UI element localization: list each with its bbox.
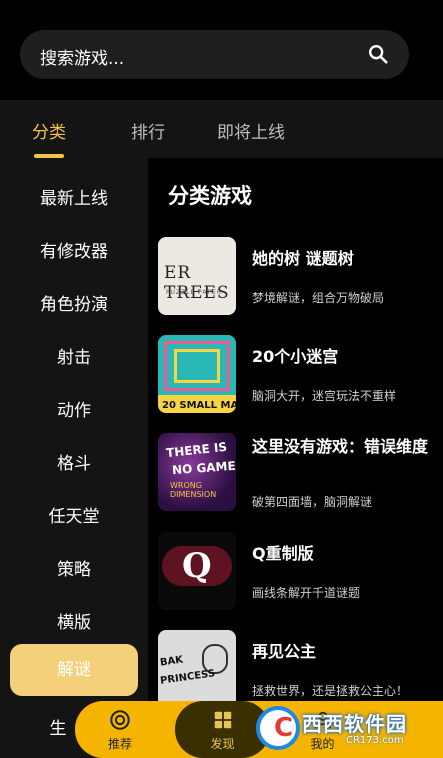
sidebar-item-latest[interactable]: 最新上线 [0, 184, 148, 209]
sidebar-item-sidescroll[interactable]: 横版 [0, 608, 148, 633]
search-input[interactable]: 搜索游戏... [40, 44, 124, 69]
game-description: 脑洞大开，迷宫玩法不重样 [252, 389, 397, 403]
game-description: 画线条解开千道谜题 [252, 586, 361, 600]
game-thumbnail: 20 SMALL MA [158, 335, 236, 413]
game-title: 这里没有游戏：错误维度 [252, 437, 429, 456]
search-area: 搜索游戏... [0, 0, 443, 100]
game-item[interactable]: Q Q重制版 画线条解开千道谜题 [158, 532, 443, 612]
watermark-logo: C 西西软件园 CR173.com [250, 702, 443, 754]
grid-icon [214, 711, 231, 729]
tab-ranking[interactable]: 排行 [131, 118, 165, 143]
sidebar-item-nintendo[interactable]: 任天堂 [0, 502, 148, 527]
tab-upcoming[interactable]: 即将上线 [217, 118, 285, 143]
sidebar-item-strategy[interactable]: 策略 [0, 555, 148, 580]
watermark-badge: C [256, 706, 300, 750]
game-list-panel: 分类游戏 ER TREES PUZZLE PAPER 她的树 谜题树 梦境解谜，… [148, 158, 443, 758]
sidebar-item-action[interactable]: 动作 [0, 396, 148, 421]
game-title: 她的树 谜题树 [252, 249, 354, 268]
game-item[interactable]: ER TREES PUZZLE PAPER 她的树 谜题树 梦境解谜，组合万物破… [158, 237, 443, 317]
sidebar-item-rpg[interactable]: 角色扮演 [0, 290, 148, 315]
game-title: 20个小迷宫 [252, 347, 339, 366]
tab-category[interactable]: 分类 [32, 118, 66, 143]
category-sidebar: 最新上线 有修改器 角色扮演 射击 动作 格斗 任天堂 策略 横版 解谜 生 [0, 158, 148, 758]
sidebar-item-shooter[interactable]: 射击 [0, 343, 148, 368]
watermark-sub: CR173.com [346, 735, 404, 746]
game-thumbnail: ER TREES PUZZLE PAPER [158, 237, 236, 315]
watermark-text: 西西软件园 [302, 712, 407, 736]
sidebar-item-fighting[interactable]: 格斗 [0, 449, 148, 474]
game-description: 梦境解谜，组合万物破局 [252, 291, 385, 305]
game-thumbnail: Q [158, 532, 236, 610]
game-thumbnail: BAK PRINCESS [158, 630, 236, 708]
tab-bar: 分类 排行 即将上线 [0, 100, 443, 158]
game-description: 破第四面墙，脑洞解谜 [252, 495, 373, 509]
sidebar-item-modifier[interactable]: 有修改器 [0, 237, 148, 262]
game-thumbnail: THERE IS NO GAME WRONG DIMENSION [158, 433, 236, 511]
search-bar[interactable]: 搜索游戏... [20, 30, 409, 79]
search-icon[interactable] [367, 43, 389, 65]
nav-recommend[interactable]: 推荐 [75, 701, 165, 758]
game-item[interactable]: THERE IS NO GAME WRONG DIMENSION 这里没有游戏：… [158, 433, 443, 513]
game-item[interactable]: 20 SMALL MA 20个小迷宫 脑洞大开，迷宫玩法不重样 [158, 335, 443, 415]
panel-title: 分类游戏 [168, 184, 252, 208]
game-description: 拯救世界，还是拯救公主心！ [252, 684, 409, 698]
sidebar-item-puzzle[interactable]: 解谜 [10, 644, 138, 696]
game-item[interactable]: BAK PRINCESS 再见公主 拯救世界，还是拯救公主心！ [158, 630, 443, 710]
target-icon [110, 710, 130, 730]
game-title: 再见公主 [252, 642, 317, 661]
game-title: Q重制版 [252, 544, 314, 563]
